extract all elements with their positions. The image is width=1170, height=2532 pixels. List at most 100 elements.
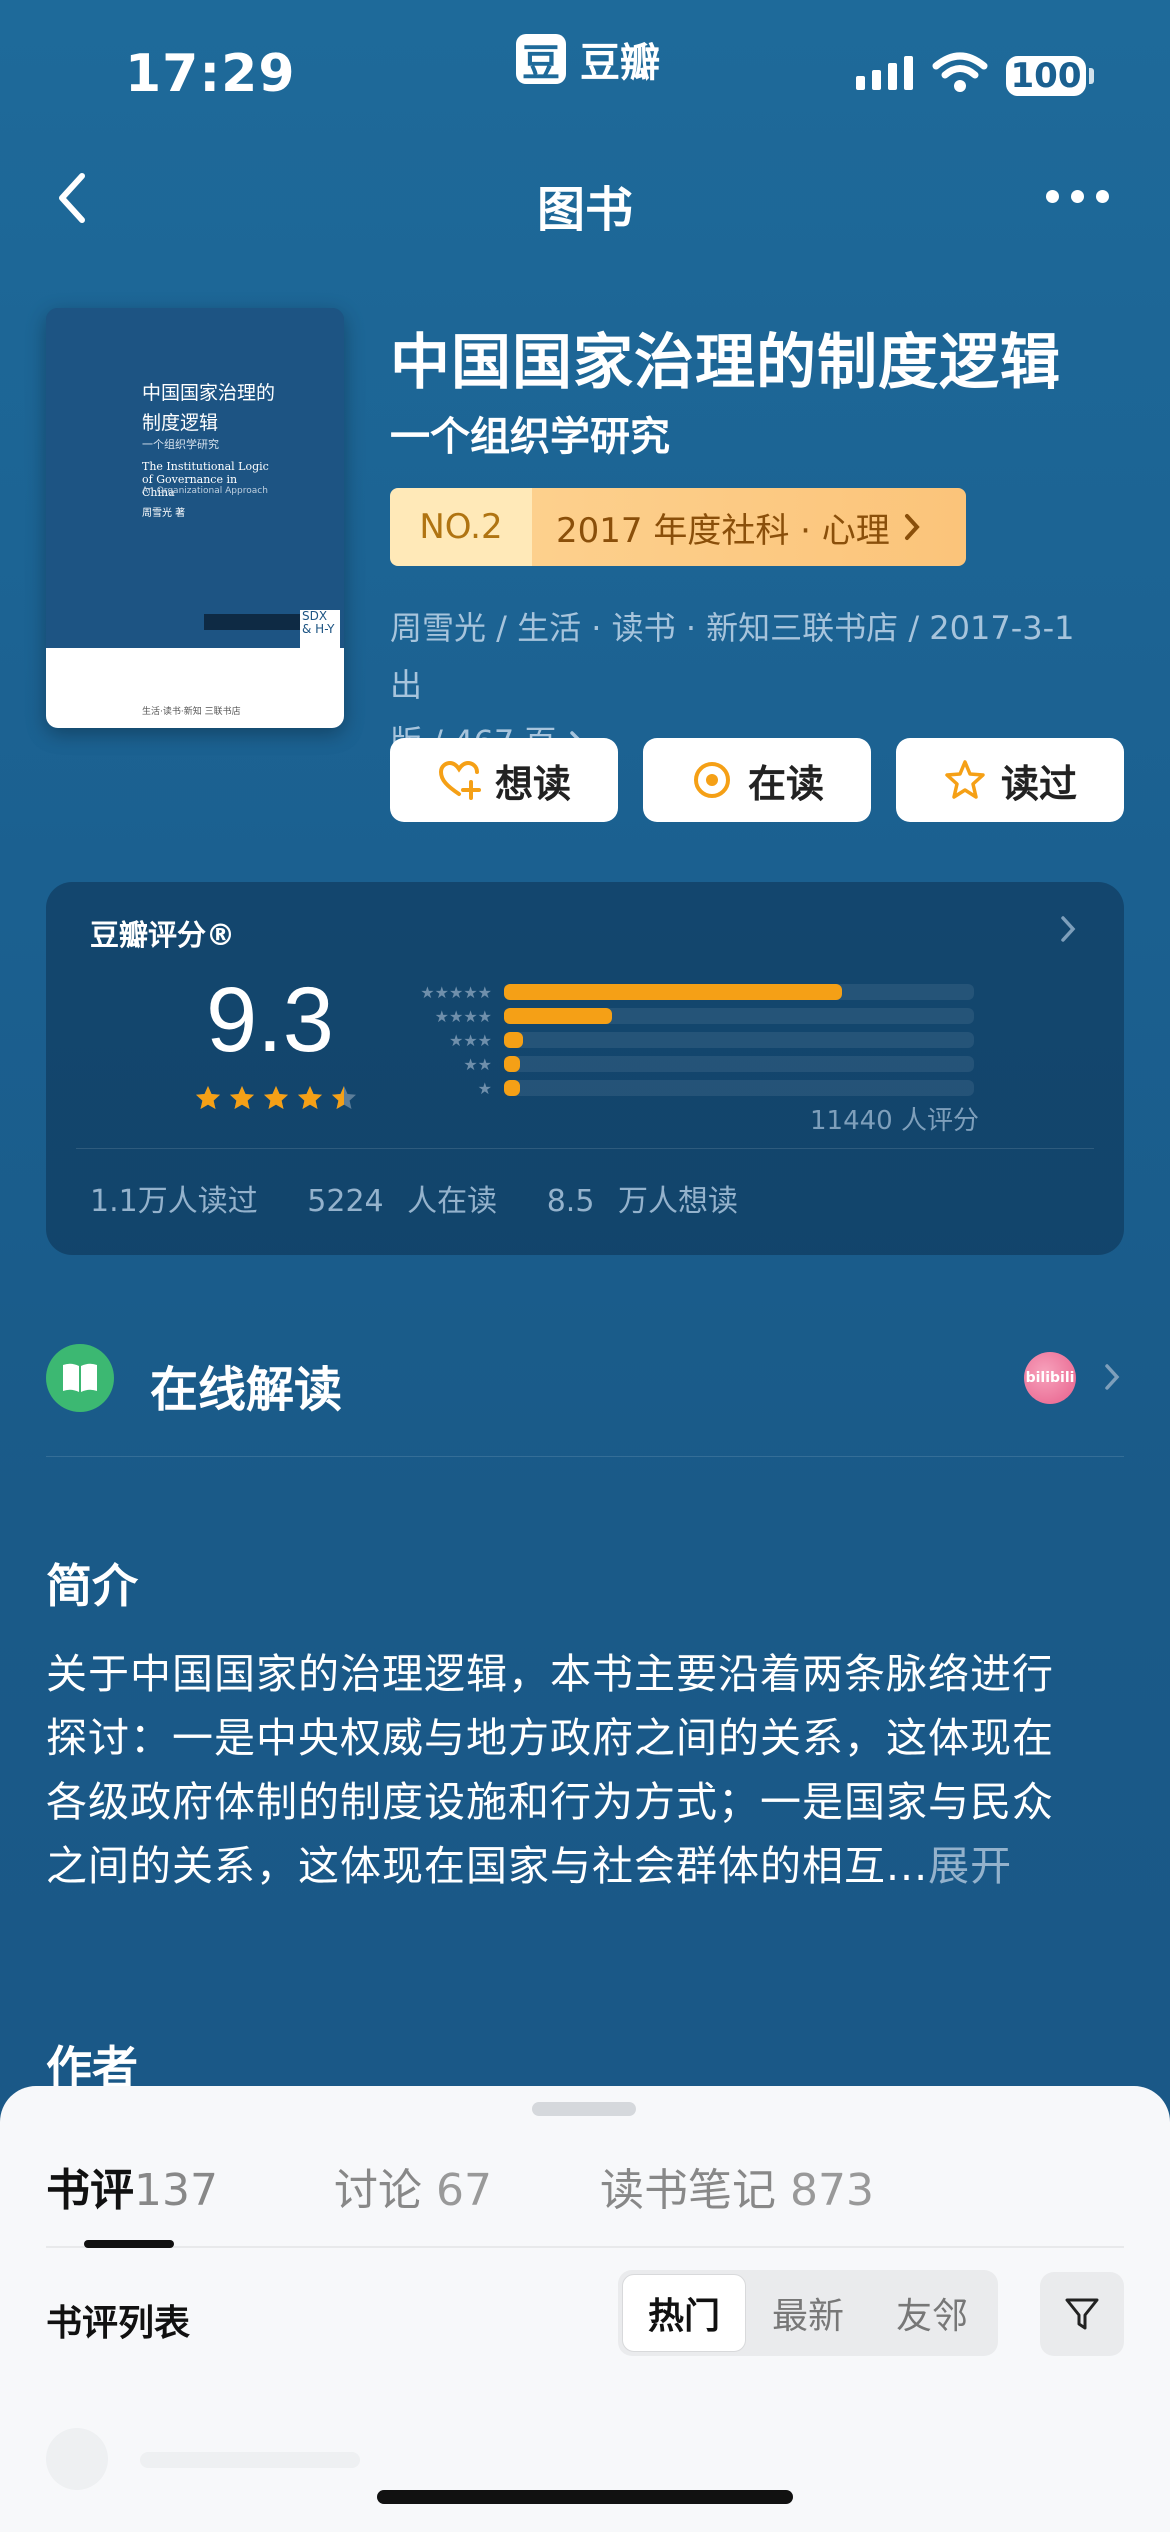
reader-stats: 1.1万人读过 5224 人在读 8.5 万人想读: [90, 1176, 764, 1220]
reading-button[interactable]: 在读: [643, 738, 871, 822]
open-book-icon: [46, 1344, 114, 1412]
sheet-drag-handle[interactable]: [532, 2102, 636, 2116]
distribution-track: [504, 1032, 974, 1048]
intro-heading: 简介: [46, 1559, 138, 1613]
intro-line: 关于中国国家的治理逻辑，本书主要沿着两条脉络进行: [46, 1650, 1054, 1698]
cover-subtitle-en: An Organizational Approach: [142, 486, 268, 496]
filter-button[interactable]: [1040, 2272, 1124, 2356]
distribution-row: ★★★★★: [380, 980, 974, 1004]
distribution-row: ★★: [380, 1052, 974, 1076]
read-count: 1.1万人读过: [90, 1184, 258, 1219]
book-cover[interactable]: 中国国家治理的 制度逻辑 一个组织学研究 The Institutional Lo…: [46, 308, 344, 728]
book-title: 中国国家治理的制度逻辑: [390, 328, 1061, 398]
tab-count: 137: [134, 2165, 218, 2216]
target-icon: [693, 762, 730, 798]
distribution-row: ★★★★: [380, 1004, 974, 1028]
app-logo: 豆 豆瓣: [516, 30, 660, 88]
book-meta-line1: 周雪光 / 生活 · 读书 · 新知三联书店 / 2017-3-1 出: [390, 609, 1075, 704]
app-name: 豆瓣: [580, 40, 660, 86]
more-options-icon[interactable]: [1046, 190, 1109, 203]
rating-score: 9.3: [206, 969, 334, 1071]
filter-icon: [1065, 2298, 1099, 2330]
intro-text: 关于中国国家的治理逻辑，本书主要沿着两条脉络进行 探讨：一是中央权威与地方政府之…: [46, 1642, 1136, 1898]
mini-stars-icon: ★: [477, 1078, 492, 1098]
status-time: 17:29: [125, 44, 296, 104]
rank-category: 2017 年度社科 · 心理: [556, 510, 890, 551]
battery-indicator: 100: [1006, 56, 1086, 96]
distribution-track: [504, 1008, 974, 1024]
distribution-fill: [504, 1032, 523, 1048]
distribution-track: [504, 1080, 974, 1096]
rating-total: 11440 人评分: [810, 1106, 979, 1136]
battery-cap: [1089, 68, 1094, 84]
chevron-right-icon[interactable]: [1102, 1362, 1122, 1392]
chevron-right-icon: [1061, 916, 1076, 942]
bilibili-avatar[interactable]: bilibili: [1024, 1352, 1076, 1404]
nav-title: 图书: [536, 182, 633, 238]
cover-publisher: 生活·读书·新知 三联书店: [142, 707, 241, 717]
cover-author: 周雪光 著: [142, 508, 186, 519]
sort-option-friends[interactable]: 友邻: [870, 2274, 994, 2352]
distribution-track: [504, 984, 974, 1000]
rating-star-icon: [196, 1086, 220, 1109]
sort-option-hot[interactable]: 热门: [622, 2274, 746, 2352]
douban-logo-icon: 豆: [516, 34, 566, 85]
star-outline-icon: [945, 760, 985, 799]
tab-divider: [46, 2246, 1124, 2248]
wifi-icon: [932, 52, 988, 92]
cover-title-line1: 中国国家治理的: [142, 382, 276, 404]
rating-star-icon: [230, 1086, 254, 1109]
distribution-fill: [504, 984, 843, 1000]
distribution-fill: [504, 1056, 520, 1072]
tab-label: 书评: [46, 2165, 134, 2216]
distribution-fill: [504, 1008, 613, 1024]
heart-plus-icon: [438, 760, 481, 800]
online-reading-label[interactable]: 在线解读: [150, 1350, 342, 1420]
intro-line: 之间的关系，这体现在国家与社会群体的相互...: [46, 1842, 929, 1890]
sort-segmented-control: 热门 最新 友邻: [618, 2270, 998, 2356]
rank-number: NO.2: [390, 488, 532, 566]
mini-stars-icon: ★★: [463, 1054, 492, 1074]
want-to-read-button[interactable]: 想读: [390, 738, 618, 822]
want-count: 8.5 万人想读: [546, 1184, 738, 1219]
home-indicator[interactable]: [377, 2490, 793, 2504]
read-button[interactable]: 读过: [896, 738, 1124, 822]
review-avatar-placeholder: [46, 2428, 108, 2490]
rating-star-icon: [298, 1086, 322, 1109]
review-list-label: 书评列表: [46, 2303, 191, 2344]
tab-label: 讨论: [334, 2165, 422, 2216]
cover-title-line2: 制度逻辑: [142, 412, 219, 434]
sort-option-latest[interactable]: 最新: [746, 2274, 870, 2352]
active-tab-indicator: [84, 2240, 174, 2248]
reading-count: 5224 人在读: [307, 1184, 498, 1219]
tab-reviews[interactable]: 书评137: [46, 2154, 218, 2218]
tab-count: 873: [790, 2165, 874, 2216]
read-label: 读过: [1000, 761, 1077, 806]
cover-band: [204, 614, 300, 630]
cover-imprint: SDX & H-Y: [300, 610, 340, 650]
want-to-read-label: 想读: [494, 761, 571, 806]
rating-star-icon: [264, 1086, 288, 1109]
tab-label: 读书笔记: [600, 2165, 776, 2216]
mini-stars-icon: ★★★★★: [420, 982, 492, 1002]
distribution-row: ★★★: [380, 1028, 974, 1052]
rating-title: 豆瓣评分®: [90, 918, 236, 952]
review-text-placeholder: [140, 2452, 360, 2468]
mini-stars-icon: ★★★★: [434, 1006, 492, 1026]
card-divider: [76, 1148, 1094, 1149]
intro-line: 探讨：一是中央权威与地方政府之间的关系，这体现在: [46, 1714, 1054, 1762]
reading-label: 在读: [747, 761, 824, 806]
cover-subtitle: 一个组织学研究: [142, 438, 219, 451]
expand-link[interactable]: 展开: [928, 1842, 1012, 1890]
cellular-signal-icon: [856, 56, 913, 90]
distribution-track: [504, 1056, 974, 1072]
tab-count: 67: [436, 2165, 492, 2216]
tab-reading-notes[interactable]: 读书笔记 873: [600, 2154, 874, 2218]
ranking-badge[interactable]: NO.2 2017 年度社科 · 心理: [390, 488, 966, 566]
tab-discussions[interactable]: 讨论 67: [334, 2154, 492, 2218]
mini-stars-icon: ★★★: [448, 1030, 492, 1050]
rating-stars: [194, 1084, 358, 1112]
rating-distribution: ★★★★★ ★★★★ ★★★ ★★ ★: [380, 980, 974, 1100]
rating-star-icon: [332, 1086, 356, 1109]
chevron-right-icon: [904, 514, 920, 540]
